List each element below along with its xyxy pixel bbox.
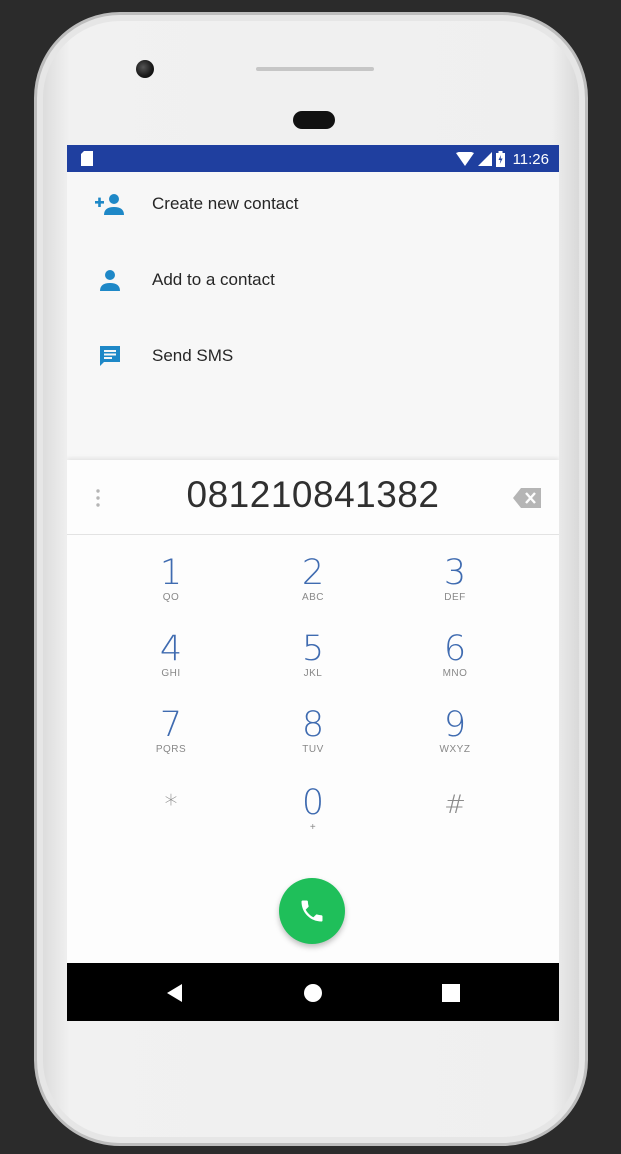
- more-vert-icon[interactable]: [91, 486, 105, 510]
- earpiece: [293, 111, 335, 129]
- create-new-contact-label: Create new contact: [152, 194, 299, 213]
- navigation-bar: [67, 963, 559, 1021]
- key-letters: MNO: [442, 668, 468, 679]
- key-8[interactable]: 8 TUV: [253, 706, 373, 778]
- key-letters: +: [309, 822, 317, 833]
- key-7[interactable]: 7 PQRS: [111, 706, 231, 778]
- key-letters: WXYZ: [439, 744, 471, 755]
- key-5[interactable]: 5 JKL: [253, 630, 373, 702]
- person-icon: [95, 265, 125, 295]
- device-frame: 11:26 Create new contact Add to a contac…: [0, 0, 621, 1154]
- battery-icon: [495, 151, 505, 167]
- speaker-grille: [256, 67, 374, 71]
- key-hash[interactable]: #: [395, 786, 515, 858]
- key-digit: *: [164, 790, 178, 820]
- key-letters: DEF: [444, 592, 466, 603]
- status-bar: 11:26: [67, 145, 559, 172]
- key-star[interactable]: *: [111, 786, 231, 858]
- key-9[interactable]: 9 WXYZ: [395, 706, 515, 778]
- recents-icon: [442, 984, 460, 1002]
- dialed-number[interactable]: 081210841382: [127, 474, 499, 516]
- send-sms-button[interactable]: Send SMS: [67, 324, 559, 388]
- recents-button[interactable]: [439, 981, 463, 1005]
- add-to-contact-label: Add to a contact: [152, 270, 275, 289]
- status-icons: 11:26: [455, 149, 549, 169]
- home-button[interactable]: [301, 981, 325, 1005]
- key-digit: 7: [159, 705, 183, 745]
- key-digit: #: [444, 790, 466, 820]
- signal-icon: [477, 152, 492, 166]
- phone-icon: [301, 900, 323, 922]
- key-letters: JKL: [303, 668, 323, 679]
- sim-card-icon: [81, 151, 93, 166]
- status-time: 11:26: [512, 150, 549, 168]
- key-digit: 2: [301, 553, 325, 593]
- dial-pad-panel: 081210841382 1 QO 2 ABC 3 DEF 4 GHI 5 JK…: [67, 460, 559, 963]
- key-2[interactable]: 2 ABC: [253, 554, 373, 626]
- home-icon: [304, 984, 322, 1002]
- key-digit: 5: [301, 629, 325, 669]
- message-icon: [95, 341, 125, 371]
- key-letters: TUV: [302, 744, 324, 755]
- key-digit: 3: [443, 553, 467, 593]
- key-digit: 0: [301, 783, 325, 823]
- key-digit: 8: [301, 705, 325, 745]
- key-digit: 6: [443, 629, 467, 669]
- key-letters: GHI: [161, 668, 181, 679]
- key-digit: 1: [159, 553, 183, 593]
- contact-actions: Create new contact Add to a contact Send…: [67, 172, 559, 460]
- key-digit: 9: [443, 705, 467, 745]
- key-1[interactable]: 1 QO: [111, 554, 231, 626]
- wifi-icon: [455, 152, 474, 166]
- create-new-contact-button[interactable]: Create new contact: [67, 172, 559, 236]
- key-4[interactable]: 4 GHI: [111, 630, 231, 702]
- back-icon: [167, 984, 182, 1002]
- key-digit: 4: [159, 629, 183, 669]
- back-button[interactable]: [163, 981, 187, 1005]
- person-add-icon: [95, 189, 125, 219]
- front-camera: [136, 60, 154, 78]
- backspace-icon[interactable]: [513, 488, 541, 508]
- key-6[interactable]: 6 MNO: [395, 630, 515, 702]
- key-letters: PQRS: [155, 744, 187, 755]
- key-0[interactable]: 0 +: [253, 784, 373, 856]
- key-letters: QO: [162, 592, 180, 603]
- key-letters: ABC: [301, 592, 325, 603]
- phone-screen: 11:26 Create new contact Add to a contac…: [67, 145, 559, 1021]
- add-to-contact-button[interactable]: Add to a contact: [67, 248, 559, 312]
- send-sms-label: Send SMS: [152, 346, 234, 365]
- key-3[interactable]: 3 DEF: [395, 554, 515, 626]
- call-button[interactable]: [279, 878, 345, 944]
- number-row: 081210841382: [67, 460, 559, 535]
